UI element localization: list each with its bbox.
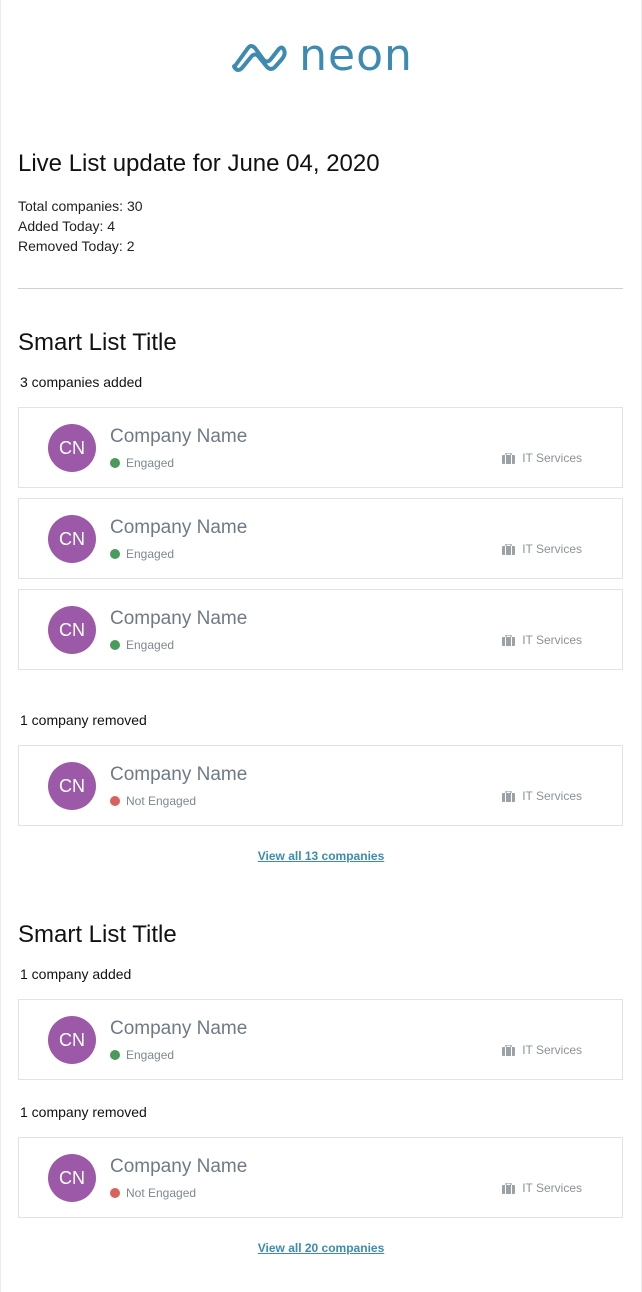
status-dot-icon <box>110 549 120 559</box>
brand-logo[interactable]: neon <box>1 30 642 81</box>
company-card[interactable]: CN Company Name Not Engaged IT Services <box>18 745 623 826</box>
added-label: 1 company added <box>20 966 132 982</box>
status-badge: Engaged <box>110 547 174 561</box>
brand-name: neon <box>299 30 413 81</box>
status-badge: Engaged <box>110 638 174 652</box>
company-name[interactable]: Company Name <box>110 1156 247 1178</box>
industry: IT Services <box>502 542 582 556</box>
status-dot-icon <box>110 1188 120 1198</box>
avatar: CN <box>48 1016 96 1064</box>
industry-label: IT Services <box>522 1043 582 1057</box>
view-all-link[interactable]: View all 20 companies <box>1 1241 641 1255</box>
status-label: Not Engaged <box>126 1186 197 1200</box>
status-label: Engaged <box>126 1048 175 1062</box>
avatar: CN <box>48 424 96 472</box>
company-card[interactable]: CN Company Name Engaged IT Services <box>18 407 623 488</box>
divider <box>18 288 623 289</box>
neon-logo-icon <box>232 44 287 72</box>
page-title: Live List update for June 04, 2020 <box>18 150 380 177</box>
avatar: CN <box>48 762 96 810</box>
company-name[interactable]: Company Name <box>110 608 247 630</box>
industry: IT Services <box>502 1043 582 1057</box>
email-page: neon Live List update for June 04, 2020 … <box>0 0 642 1292</box>
status-dot-icon <box>110 640 120 650</box>
briefcase-icon <box>502 452 516 464</box>
stat-added: Added Today: 4 <box>18 218 116 234</box>
status-label: Engaged <box>126 547 175 561</box>
removed-label: 1 company removed <box>20 712 147 728</box>
briefcase-icon <box>502 790 516 802</box>
avatar: CN <box>48 1154 96 1202</box>
status-dot-icon <box>110 1050 120 1060</box>
company-name[interactable]: Company Name <box>110 764 247 786</box>
status-badge: Not Engaged <box>110 794 196 808</box>
smart-list-title: Smart List Title <box>18 329 177 356</box>
status-badge: Engaged <box>110 456 174 470</box>
briefcase-icon <box>502 634 516 646</box>
stats-summary: Total companies: 30 Added Today: 4 Remov… <box>18 196 143 256</box>
stat-total: Total companies: 30 <box>18 198 143 214</box>
company-name[interactable]: Company Name <box>110 426 247 448</box>
added-label: 3 companies added <box>20 374 143 390</box>
industry-label: IT Services <box>522 542 582 556</box>
company-card[interactable]: CN Company Name Not Engaged IT Services <box>18 1137 623 1218</box>
company-card[interactable]: CN Company Name Engaged IT Services <box>18 589 623 670</box>
status-dot-icon <box>110 796 120 806</box>
briefcase-icon <box>502 543 516 555</box>
status-label: Engaged <box>126 638 175 652</box>
status-badge: Engaged <box>110 1048 174 1062</box>
company-name[interactable]: Company Name <box>110 517 247 539</box>
industry-label: IT Services <box>522 789 582 803</box>
industry: IT Services <box>502 789 582 803</box>
industry: IT Services <box>502 451 582 465</box>
view-all-link[interactable]: View all 13 companies <box>1 849 641 863</box>
removed-label: 1 company removed <box>20 1104 147 1120</box>
industry: IT Services <box>502 633 582 647</box>
industry-label: IT Services <box>522 1181 582 1195</box>
company-card[interactable]: CN Company Name Engaged IT Services <box>18 498 623 579</box>
stat-removed: Removed Today: 2 <box>18 238 135 254</box>
industry-label: IT Services <box>522 451 582 465</box>
industry: IT Services <box>502 1181 582 1195</box>
briefcase-icon <box>502 1044 516 1056</box>
company-name[interactable]: Company Name <box>110 1018 247 1040</box>
company-card[interactable]: CN Company Name Engaged IT Services <box>18 999 623 1080</box>
status-dot-icon <box>110 458 120 468</box>
smart-list-title: Smart List Title <box>18 921 177 948</box>
status-label: Engaged <box>126 456 175 470</box>
status-label: Not Engaged <box>126 794 197 808</box>
avatar: CN <box>48 606 96 654</box>
avatar: CN <box>48 515 96 563</box>
briefcase-icon <box>502 1182 516 1194</box>
status-badge: Not Engaged <box>110 1186 196 1200</box>
industry-label: IT Services <box>522 633 582 647</box>
